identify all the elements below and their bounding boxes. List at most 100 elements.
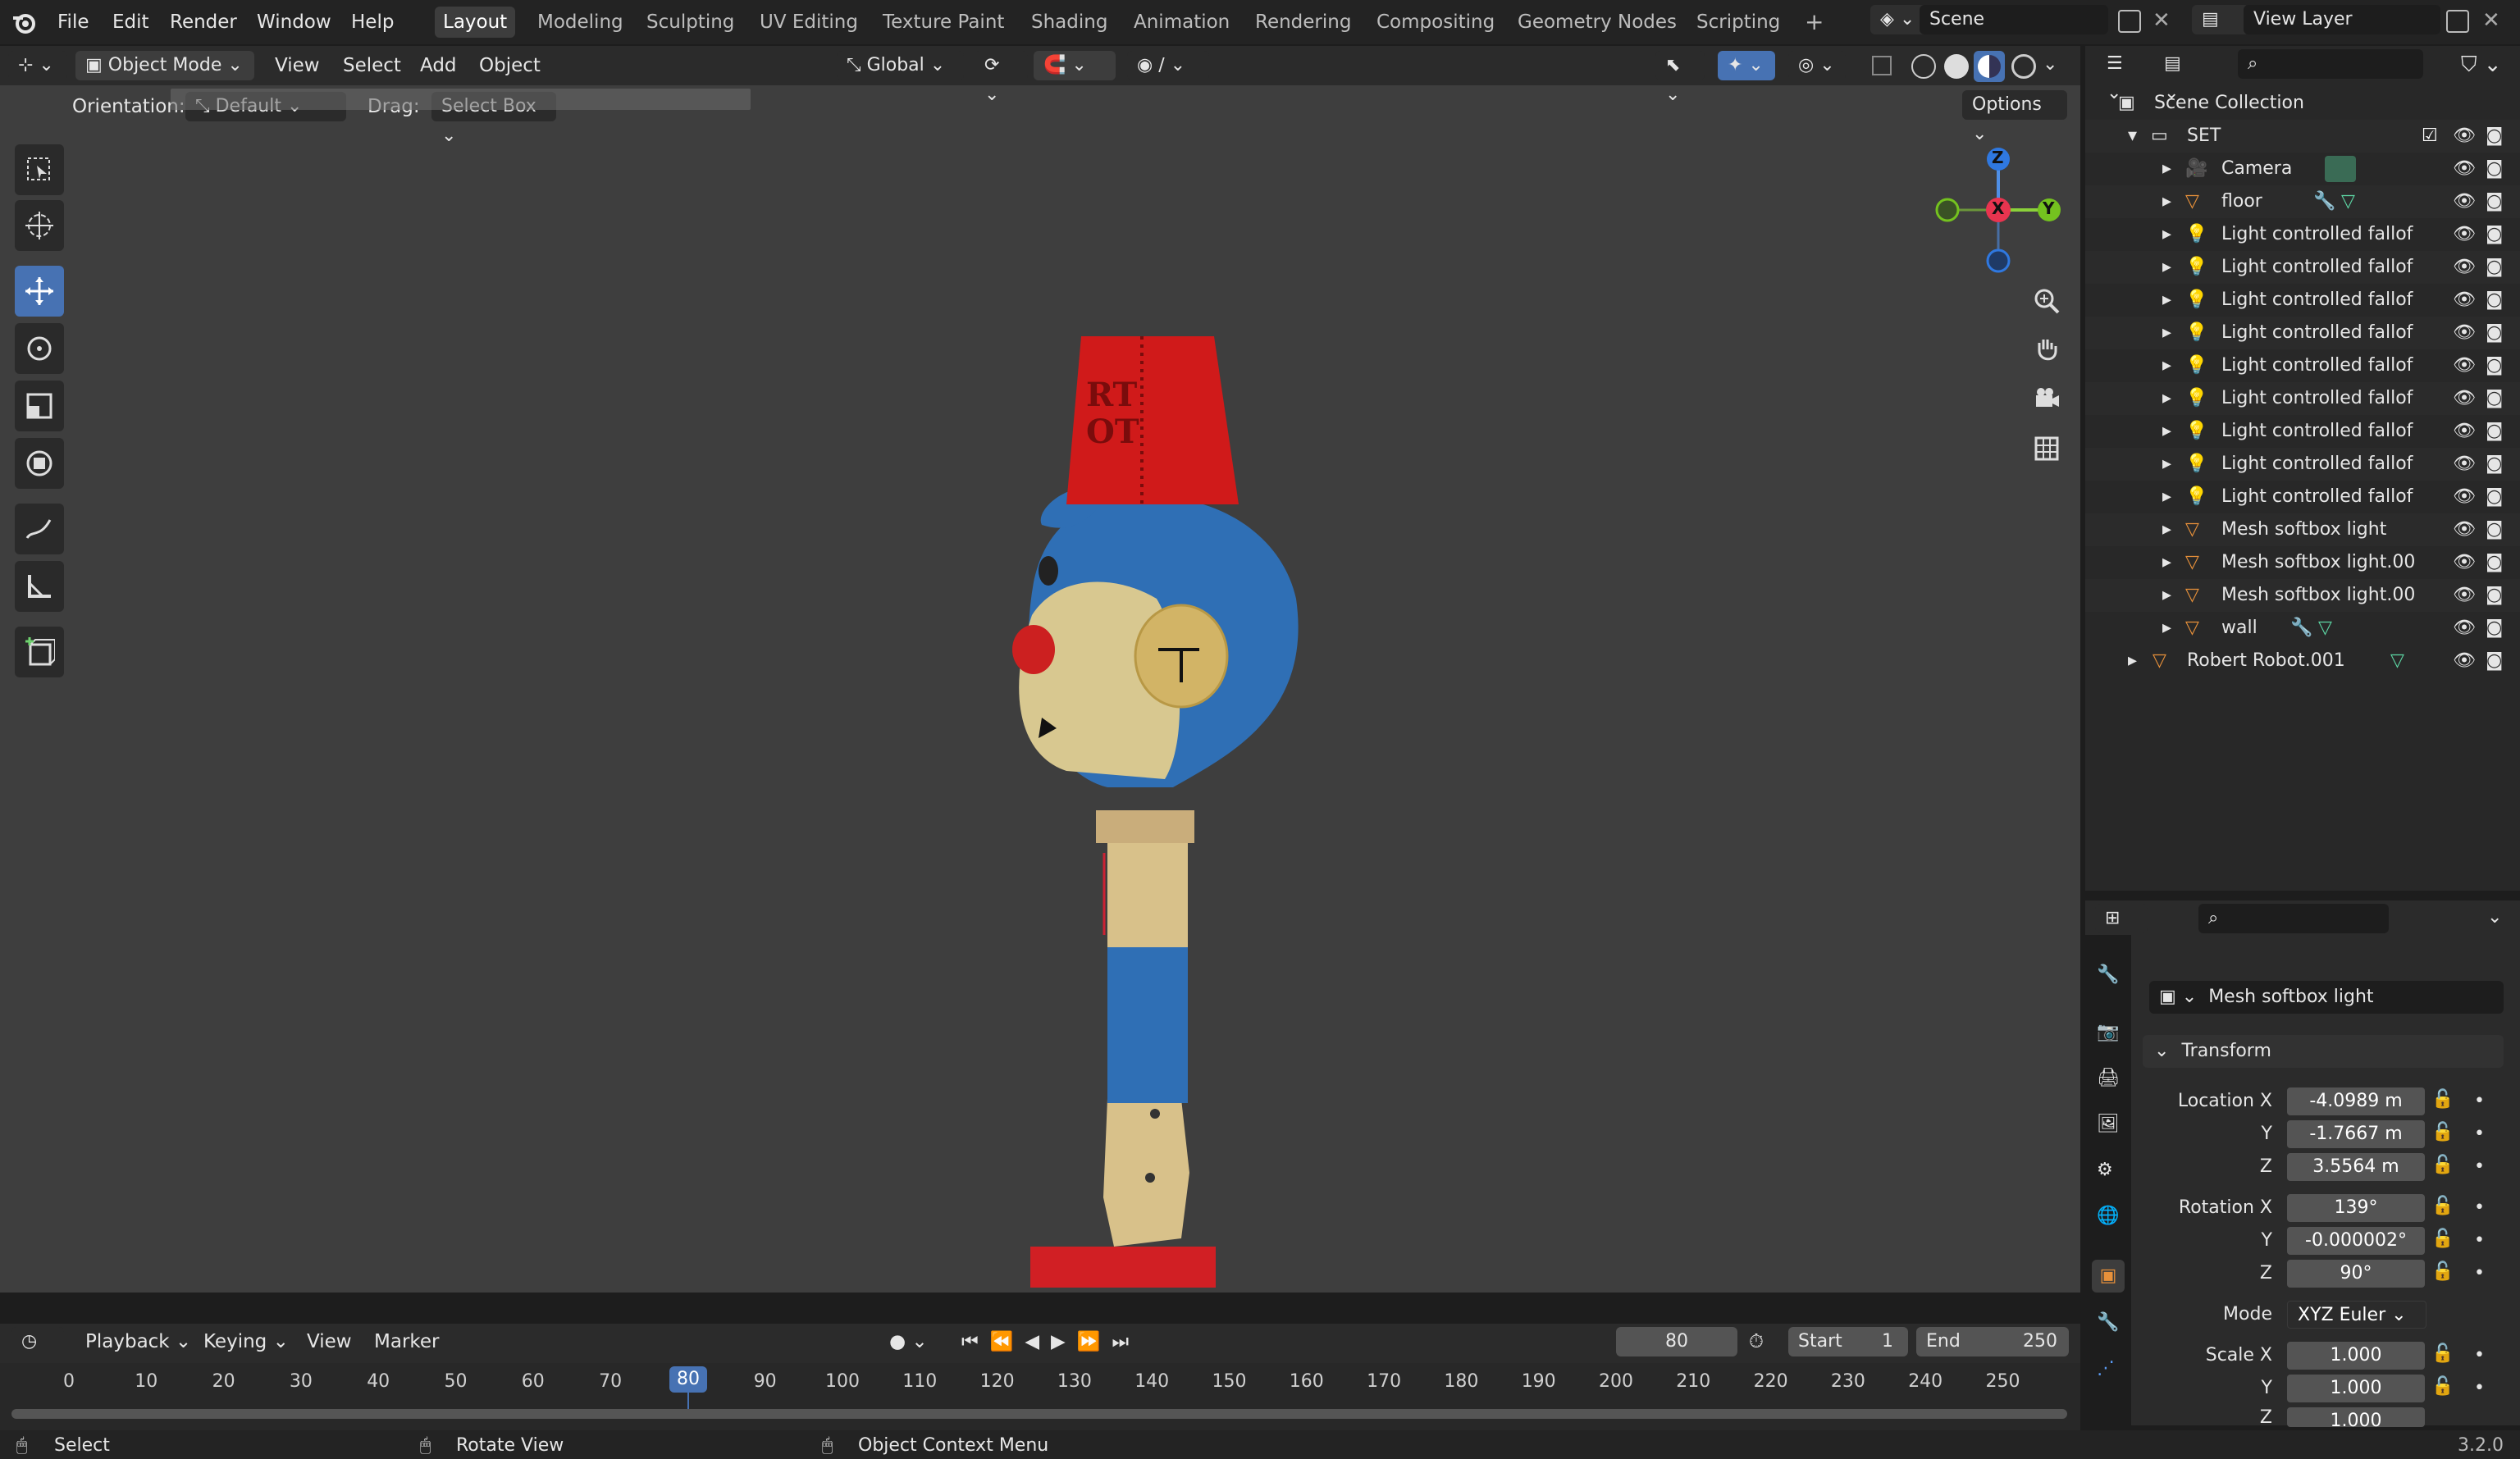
outliner-item[interactable]: ▸ 💡 Light controlled fallof 👁 ◙ — [2085, 349, 2520, 382]
outliner-item[interactable]: ▸ ▽ Mesh softbox light 👁 ◙ — [2085, 513, 2520, 546]
snap-icon[interactable]: 🧲 ⌄ — [1034, 51, 1116, 80]
pan-hand-icon[interactable] — [2026, 330, 2067, 371]
visibility-eye-icon[interactable]: 👁 — [2453, 448, 2476, 481]
visibility-eye-icon[interactable]: 👁 — [2453, 284, 2476, 317]
rotation-mode-dropdown[interactable]: XYZ Euler ⌄ — [2287, 1301, 2426, 1329]
blender-logo-icon[interactable] — [11, 10, 36, 34]
pivot-point-icon[interactable]: ⟳ ⌄ — [975, 51, 1028, 105]
output-tab-icon[interactable]: 🖨 — [2097, 1068, 2120, 1088]
display-mode-icon[interactable]: ▤ ⌄ — [2154, 49, 2205, 103]
header-scroll-indicator[interactable] — [171, 89, 751, 110]
keyframe-dot-icon[interactable]: • — [2474, 1378, 2485, 1398]
scale-z-field[interactable]: 1.000 — [2287, 1407, 2425, 1427]
rotate-tool-icon[interactable] — [15, 323, 64, 374]
filter-icon[interactable]: ⛉ ⌄ — [2461, 52, 2502, 78]
gizmo-toggle-icon[interactable]: ✦ ⌄ — [1718, 51, 1775, 80]
zoom-icon[interactable] — [2026, 280, 2067, 321]
editor-type-icon[interactable]: ⊹ ⌄ — [8, 51, 67, 80]
visibility-eye-icon[interactable]: 👁 — [2453, 513, 2476, 546]
expand-arrow-icon[interactable]: ▸ — [2162, 448, 2171, 481]
expand-arrow-icon[interactable]: ▸ — [2162, 185, 2171, 218]
tab-sculpting[interactable]: Sculpting — [638, 7, 742, 38]
view-layer-tab-icon[interactable]: 🖼 — [2097, 1114, 2120, 1134]
outliner-item[interactable]: ▸ 💡 Light controlled fallof 👁 ◙ — [2085, 448, 2520, 481]
outliner-item[interactable]: ▸ 💡 Light controlled fallof 👁 ◙ — [2085, 382, 2520, 415]
visibility-eye-icon[interactable]: 👁 — [2453, 120, 2476, 153]
scale-x-field[interactable]: 1.000 — [2287, 1342, 2425, 1370]
visibility-eye-icon[interactable]: 👁 — [2453, 153, 2476, 185]
lock-icon[interactable]: 🔓 — [2431, 1122, 2454, 1142]
expand-arrow-icon[interactable]: ▸ — [2162, 481, 2171, 513]
lock-icon[interactable]: 🔓 — [2431, 1261, 2454, 1282]
keyframe-dot-icon[interactable]: • — [2474, 1124, 2485, 1144]
expand-arrow-icon[interactable]: ▸ — [2162, 513, 2171, 546]
render-camera-icon[interactable]: ◙ — [2486, 284, 2503, 317]
scale-y-field[interactable]: 1.000 — [2287, 1375, 2425, 1402]
lock-icon[interactable]: 🔓 — [2431, 1196, 2454, 1216]
expand-arrow-icon[interactable]: ▸ — [2128, 645, 2137, 677]
particles-tab-icon[interactable]: ⋰ — [2097, 1358, 2115, 1379]
properties-search-input[interactable]: ⌕ — [2198, 904, 2389, 933]
proportional-edit-icon[interactable]: ◉ ∕ ⌄ — [1127, 51, 1209, 80]
xray-icon[interactable] — [1872, 56, 1892, 75]
expand-arrow-icon[interactable]: ▸ — [2162, 349, 2171, 382]
visibility-eye-icon[interactable]: 👁 — [2453, 251, 2476, 284]
visibility-eye-icon[interactable]: 👁 — [2453, 481, 2476, 513]
menu-file[interactable]: File — [57, 8, 89, 36]
preview-range-icon[interactable]: ⏱ — [1749, 1325, 1764, 1358]
render-camera-icon[interactable]: ◙ — [2486, 645, 2503, 677]
render-camera-icon[interactable]: ◙ — [2486, 382, 2503, 415]
keying-menu[interactable]: Keying ⌄ — [203, 1325, 289, 1358]
keyframe-dot-icon[interactable]: • — [2474, 1263, 2485, 1283]
menu-edit[interactable]: Edit — [112, 8, 149, 36]
robot-model[interactable]: RT OT — [935, 328, 1329, 1296]
marker-menu[interactable]: Marker — [374, 1325, 440, 1358]
visibility-eye-icon[interactable]: 👁 — [2453, 579, 2476, 612]
scene-collection-row[interactable]: ▣ Scene Collection — [2085, 87, 2520, 120]
outliner-search-input[interactable]: ⌕ — [2238, 49, 2423, 79]
outliner-item[interactable]: ▸ ▽ Mesh softbox light.00 👁 ◙ — [2085, 579, 2520, 612]
render-camera-icon[interactable]: ◙ — [2486, 481, 2503, 513]
location-x-field[interactable]: -4.0989 m — [2287, 1087, 2425, 1115]
render-camera-icon[interactable]: ◙ — [2486, 546, 2503, 579]
visibility-eye-icon[interactable]: 👁 — [2453, 382, 2476, 415]
expand-arrow-icon[interactable]: ▸ — [2162, 382, 2171, 415]
render-camera-icon[interactable]: ◙ — [2486, 251, 2503, 284]
visibility-eye-icon[interactable]: 👁 — [2453, 612, 2476, 645]
render-camera-icon[interactable]: ◙ — [2486, 513, 2503, 546]
render-camera-icon[interactable]: ◙ — [2486, 415, 2503, 448]
timeline-scrollbar[interactable] — [11, 1409, 2067, 1419]
menu-add[interactable]: Add — [420, 49, 457, 82]
start-frame-field[interactable]: Start 1 — [1788, 1327, 1908, 1356]
shading-options-icon[interactable]: ⌄ — [2043, 54, 2057, 75]
visibility-selectability-icon[interactable]: ⬉ ⌄ — [1655, 51, 1705, 105]
transform-panel-header[interactable]: ⌄ Transform — [2143, 1035, 2504, 1068]
navigation-gizmo[interactable]: Z X Y — [1928, 139, 2075, 287]
menu-help[interactable]: Help — [351, 8, 394, 36]
rotation-z-field[interactable]: 90° — [2287, 1260, 2425, 1288]
visibility-eye-icon[interactable]: 👁 — [2453, 185, 2476, 218]
root-object-row[interactable]: ▸ ▽ Robert Robot.001 ▽ 👁 ◙ — [2085, 645, 2520, 677]
tab-modeling[interactable]: Modeling — [529, 7, 632, 38]
tab-texture-paint[interactable]: Texture Paint — [874, 7, 1012, 38]
perspective-grid-icon[interactable] — [2026, 428, 2067, 469]
object-tab-icon[interactable]: ▣ — [2092, 1260, 2125, 1293]
outliner-item[interactable]: ▸ 💡 Light controlled fallof 👁 ◙ — [2085, 251, 2520, 284]
expand-arrow-icon[interactable]: ▸ — [2162, 546, 2171, 579]
playback-menu[interactable]: Playback ⌄ — [85, 1325, 191, 1358]
playhead-marker[interactable]: 80 — [669, 1366, 707, 1393]
properties-options-icon[interactable]: ⌄ — [2487, 907, 2502, 928]
keyframe-dot-icon[interactable]: • — [2474, 1230, 2485, 1251]
expand-arrow-icon[interactable]: ▸ — [2162, 317, 2171, 349]
render-camera-icon[interactable]: ◙ — [2486, 579, 2503, 612]
visibility-eye-icon[interactable]: 👁 — [2453, 317, 2476, 349]
lock-icon[interactable]: 🔓 — [2431, 1376, 2454, 1397]
render-tab-icon[interactable]: 📷 — [2097, 1022, 2119, 1042]
delete-view-layer-icon[interactable]: ✕ — [2482, 8, 2500, 33]
outliner-item[interactable]: ▸ ▽ floor 👁 ◙ 🔧 ▽ — [2085, 185, 2520, 218]
outliner-item[interactable]: ▸ ▽ wall 👁 ◙ 🔧 ▽ — [2085, 612, 2520, 645]
annotate-tool-icon[interactable] — [15, 504, 64, 554]
tab-geometry-nodes[interactable]: Geometry Nodes — [1509, 7, 1685, 38]
overlays-icon[interactable]: ◎ ⌄ — [1788, 51, 1846, 80]
keyframe-dot-icon[interactable]: • — [2474, 1345, 2485, 1366]
